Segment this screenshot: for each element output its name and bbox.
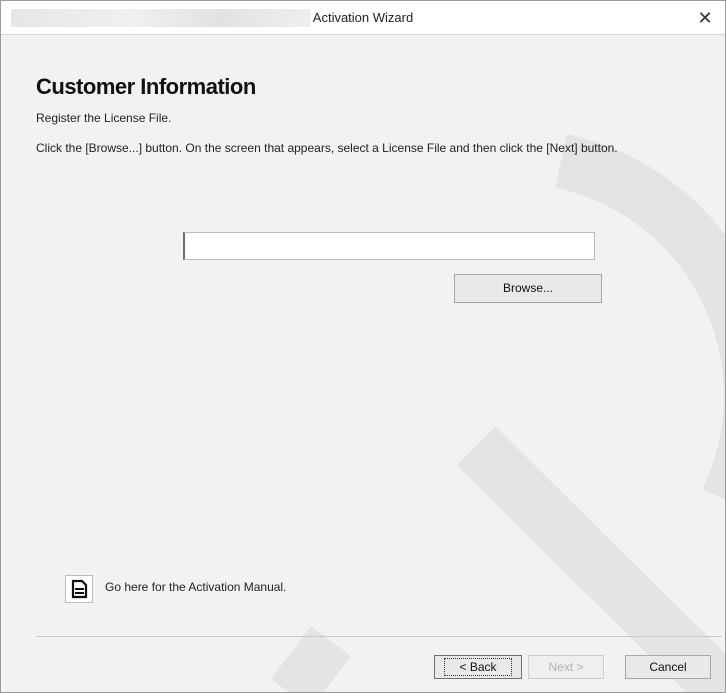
page-title: Customer Information — [36, 74, 256, 99]
back-button[interactable]: < Back — [434, 655, 522, 679]
close-icon[interactable]: ✕ — [693, 6, 717, 30]
window-title: Activation Wizard — [312, 10, 414, 25]
title-bar: Activation Wizard ✕ — [1, 1, 725, 35]
activation-manual-link[interactable]: Go here for the Activation Manual. — [105, 580, 286, 594]
document-icon-glyph — [71, 579, 88, 599]
back-button-label: < Back — [444, 658, 512, 676]
page-subtitle: Register the License File. — [36, 111, 172, 125]
document-icon[interactable] — [65, 575, 93, 603]
instruction-text: Click the [Browse...] button. On the scr… — [36, 141, 618, 155]
footer-separator — [36, 636, 722, 637]
next-button[interactable]: Next > — [528, 655, 604, 679]
activation-wizard-window: Activation Wizard ✕ Customer Information… — [0, 0, 726, 693]
license-file-path-input[interactable] — [183, 232, 595, 260]
browse-button[interactable]: Browse... — [454, 274, 602, 303]
cancel-button[interactable]: Cancel — [625, 655, 711, 679]
